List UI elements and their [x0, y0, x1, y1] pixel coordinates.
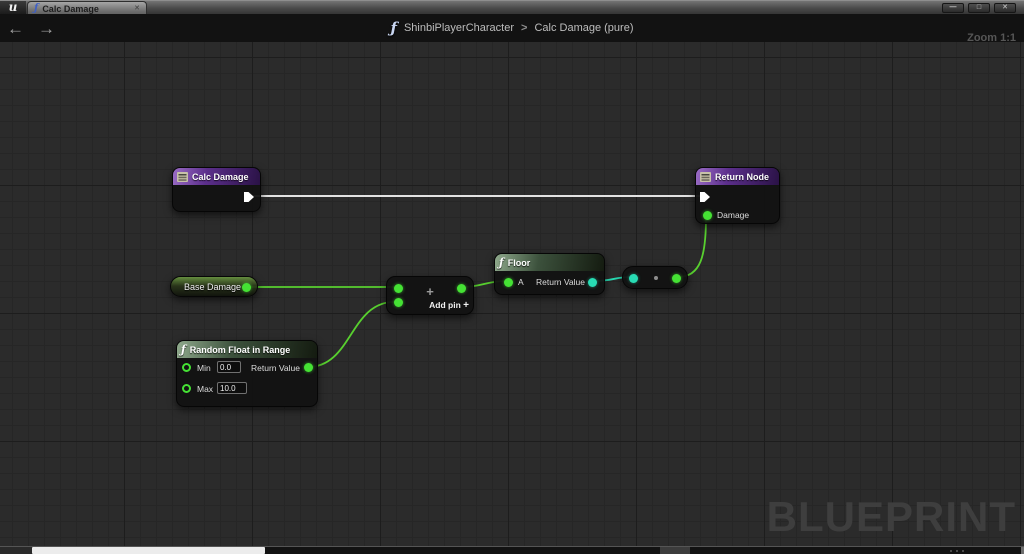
pin-label: Damage — [717, 210, 750, 220]
resize-grip-icon — [956, 550, 958, 552]
tab-title: Calc Damage — [42, 3, 99, 14]
node-add[interactable]: + Add pin + — [386, 276, 474, 315]
horizontal-scrollbar[interactable] — [0, 547, 1024, 554]
max-value-input[interactable] — [217, 382, 247, 394]
function-icon: ƒ — [390, 19, 397, 37]
floor-input-pin-a[interactable] — [504, 278, 513, 287]
add-pin-label: Add pin — [429, 300, 464, 310]
pin-label: Min — [197, 363, 211, 373]
resize-grip-icon — [962, 550, 964, 552]
forward-button[interactable]: → — [31, 20, 62, 37]
pin-label: Return Value — [251, 363, 300, 373]
damage-input-pin[interactable] — [703, 211, 712, 220]
tab-close-icon[interactable]: ✕ — [134, 5, 140, 12]
convert-output-pin[interactable] — [672, 274, 681, 283]
add-pin-button[interactable]: Add pin + — [387, 300, 469, 311]
blueprint-watermark: BLUEPRINT — [766, 493, 1016, 540]
node-header: ƒ Random Float in Range — [177, 341, 317, 358]
node-floor[interactable]: ƒ Floor A Return Value — [494, 253, 605, 295]
node-header: Calc Damage — [173, 168, 260, 185]
scrollbar-left-cap — [0, 547, 32, 554]
title-bar: u ƒ Calc Damage ✕ — □ ✕ — [0, 0, 1024, 15]
function-icon: ƒ — [34, 2, 39, 14]
node-calc-damage[interactable]: Calc Damage — [172, 167, 261, 212]
scrollbar-thumb[interactable] — [32, 547, 265, 554]
node-title: Floor — [507, 257, 531, 268]
scrollbar-segment — [660, 547, 690, 554]
pin-label: A — [518, 277, 524, 287]
exec-input-pin[interactable] — [699, 191, 711, 203]
max-input-pin[interactable] — [182, 384, 191, 393]
minimize-button[interactable]: — — [942, 3, 964, 13]
floor-output-pin[interactable] — [588, 278, 597, 287]
plus-icon: + — [463, 300, 469, 311]
pin-label: Max — [197, 384, 214, 394]
node-header: ƒ Floor — [495, 254, 604, 271]
node-title: Return Node — [715, 171, 769, 182]
breadcrumb-current: Calc Damage (pure) — [534, 22, 634, 34]
maximize-button[interactable]: □ — [968, 3, 990, 13]
breadcrumb-parent[interactable]: ShinbiPlayerCharacter — [404, 22, 514, 34]
node-int-to-float-convert[interactable] — [622, 266, 688, 289]
back-button[interactable]: ← — [0, 20, 31, 37]
unreal-logo-icon: u — [0, 1, 26, 15]
conversion-dot-icon — [654, 276, 658, 280]
breadcrumb-bar: ← → ƒ ShinbiPlayerCharacter > Calc Damag… — [0, 14, 1024, 44]
breadcrumb: ƒ ShinbiPlayerCharacter > Calc Damage (p… — [0, 14, 1024, 42]
function-icon: ƒ — [181, 342, 186, 356]
node-random-float-in-range[interactable]: ƒ Random Float in Range Min Return Value… — [176, 340, 318, 407]
pin-label: Return Value — [536, 277, 585, 287]
node-title: Calc Damage — [192, 171, 249, 182]
tab-calc-damage[interactable]: ƒ Calc Damage ✕ — [27, 1, 147, 15]
variable-name: Base Damage — [184, 282, 242, 292]
value-output-pin[interactable] — [242, 283, 251, 292]
node-title: Random Float in Range — [189, 344, 291, 355]
return-value-output-pin[interactable] — [304, 363, 313, 372]
convert-input-pin[interactable] — [629, 274, 638, 283]
exec-output-pin[interactable] — [243, 191, 255, 203]
node-return[interactable]: Return Node Damage — [695, 167, 780, 224]
function-result-icon — [700, 171, 711, 182]
function-entry-icon — [177, 171, 188, 182]
node-header: Return Node — [696, 168, 779, 185]
function-icon: ƒ — [499, 255, 504, 269]
min-value-input[interactable] — [217, 361, 241, 373]
resize-grip-icon — [950, 550, 952, 552]
add-operator-icon: + — [426, 284, 434, 299]
blueprint-editor-window: u ƒ Calc Damage ✕ — □ ✕ ← → ƒ ShinbiPlay… — [0, 0, 1024, 554]
close-button[interactable]: ✕ — [994, 3, 1016, 13]
node-base-damage[interactable]: Base Damage — [170, 276, 258, 297]
min-input-pin[interactable] — [182, 363, 191, 372]
window-controls: — □ ✕ — [942, 3, 1016, 13]
chevron-right-icon: > — [521, 22, 528, 34]
